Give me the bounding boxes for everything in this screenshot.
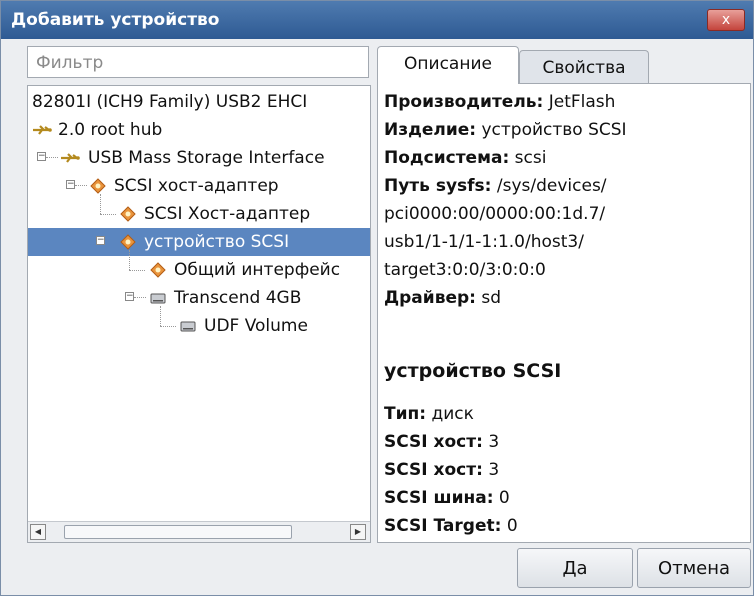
scsi-icon <box>120 234 136 250</box>
title-bar[interactable]: Добавить устройство x <box>1 1 753 39</box>
scsi-bus-row: SCSI шина: 0 <box>384 488 510 508</box>
sysfs-line: target3:0:0/3:0:0:0 <box>384 260 546 280</box>
sysfs-label: Путь sysfs: <box>384 176 492 196</box>
tree-item[interactable]: − Transcend 4GB <box>28 284 370 312</box>
scsi-bus-value: 0 <box>498 488 510 508</box>
scroll-right-button[interactable]: ▶ <box>350 524 366 540</box>
close-icon: x <box>721 12 731 28</box>
tree-item-label: SCSI Хост-адаптер <box>144 204 311 224</box>
tab-description[interactable]: Описание <box>377 46 519 84</box>
manufacturer-row: Производитель: JetFlash <box>384 92 615 112</box>
tree-item-label: 2.0 root hub <box>58 120 163 140</box>
subsystem-label: Подсистема: <box>384 148 510 168</box>
driver-value: sd <box>481 288 502 308</box>
window-title: Добавить устройство <box>11 10 220 30</box>
scsi-target-value: 0 <box>506 516 518 536</box>
tree-item-label: SCSI хост-адаптер <box>114 176 279 196</box>
tree-item-label: устройство SCSI <box>144 232 290 252</box>
scsi-bus-label: SCSI шина: <box>384 488 494 508</box>
manufacturer-value: JetFlash <box>548 92 616 112</box>
scsi-target-row: SCSI Target: 0 <box>384 516 518 536</box>
close-button[interactable]: x <box>707 9 745 31</box>
type-row: Тип: диск <box>384 404 474 424</box>
description-panel: Производитель: JetFlash Изделие: устройс… <box>377 83 751 543</box>
product-label: Изделие: <box>384 120 477 140</box>
ok-button[interactable]: Да <box>517 548 633 588</box>
collapse-icon[interactable]: − <box>37 152 46 161</box>
tree-item-label: Общий интерфейс <box>174 260 341 280</box>
driver-row: Драйвер: sd <box>384 288 501 308</box>
type-value: диск <box>431 404 474 424</box>
scsi-icon <box>120 206 136 222</box>
tree-item-label: 82801I (ICH9 Family) USB2 EHCI <box>32 92 308 112</box>
sysfs-row: Путь sysfs: /sys/devices/ <box>384 176 607 196</box>
disk-icon <box>150 293 166 304</box>
subsystem-row: Подсистема: scsi <box>384 148 546 168</box>
type-label: Тип: <box>384 404 427 424</box>
scsi-target-label: SCSI Target: <box>384 516 502 536</box>
scrollbar-thumb[interactable] <box>64 525 292 539</box>
tree-item[interactable]: − USB Mass Storage Interface <box>28 144 370 172</box>
tree-item[interactable]: UDF Volume <box>28 306 370 340</box>
scsi-host-label: SCSI хост: <box>384 460 483 480</box>
collapse-icon[interactable]: − <box>66 180 75 189</box>
tree-item-label: Transcend 4GB <box>174 288 302 308</box>
manufacturer-label: Производитель: <box>384 92 544 112</box>
tree-item[interactable]: − SCSI хост-адаптер <box>28 172 370 200</box>
scsi-host-label: SCSI хост: <box>384 432 483 452</box>
tree-item-label: USB Mass Storage Interface <box>88 148 325 168</box>
sysfs-line: usb1/1-1/1-1:1.0/host3/ <box>384 232 584 252</box>
cancel-button[interactable]: Отмена <box>637 548 751 588</box>
driver-label: Драйвер: <box>384 288 476 308</box>
tree-item-label: UDF Volume <box>204 316 308 336</box>
subsystem-value: scsi <box>514 148 547 168</box>
filter-input[interactable] <box>34 48 368 78</box>
product-row: Изделие: устройство SCSI <box>384 120 627 140</box>
filter-field[interactable] <box>27 46 369 78</box>
scsi-icon <box>90 178 106 194</box>
add-device-dialog: Добавить устройство x 82801I (ICH9 Famil… <box>0 0 754 596</box>
collapse-icon[interactable]: − <box>125 292 134 301</box>
usb-icon <box>61 153 80 163</box>
tree-item[interactable]: SCSI Хост-адаптер <box>28 194 370 228</box>
usb-icon <box>33 125 52 135</box>
tab-properties[interactable]: Свойства <box>519 50 649 84</box>
scsi-host-row: SCSI хост: 3 <box>384 460 499 480</box>
scsi-host-row: SCSI хост: 3 <box>384 432 499 452</box>
disk-icon <box>180 321 196 332</box>
scsi-host-value: 3 <box>488 460 500 480</box>
sysfs-line: pci0000:00/0000:00:1d.7/ <box>384 204 606 224</box>
tree-item[interactable]: 82801I (ICH9 Family) USB2 EHCI <box>28 88 370 116</box>
arrow-left-icon: ◀ <box>34 527 42 536</box>
arrow-right-icon: ▶ <box>354 527 362 536</box>
horizontal-scrollbar[interactable]: ◀ ▶ <box>28 521 370 542</box>
scsi-icon <box>150 262 166 278</box>
tree-item[interactable]: Общий интерфейс <box>28 250 370 284</box>
tree-item-selected[interactable]: − устройство SCSI <box>28 228 370 256</box>
scsi-host-value: 3 <box>488 432 500 452</box>
product-value: устройство SCSI <box>481 120 627 140</box>
scroll-left-button[interactable]: ◀ <box>30 524 46 540</box>
device-tree[interactable]: 82801I (ICH9 Family) USB2 EHCI 2.0 root … <box>27 85 371 543</box>
collapse-icon[interactable]: − <box>96 236 105 245</box>
tree-item[interactable]: 2.0 root hub <box>28 116 370 144</box>
sysfs-value: /sys/devices/ <box>496 176 607 196</box>
section-title: устройство SCSI <box>384 360 562 382</box>
